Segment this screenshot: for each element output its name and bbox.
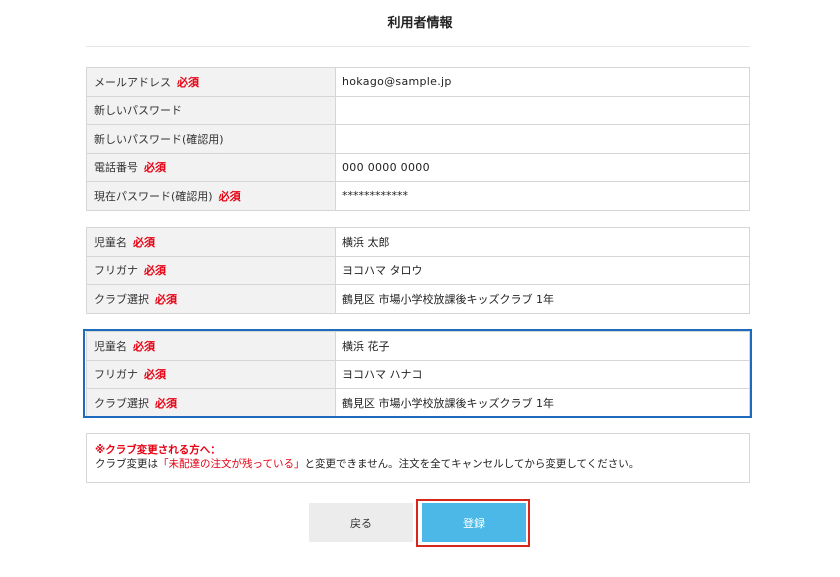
email-label-cell: メールアドレス 必須 [86, 67, 336, 97]
table-row: クラブ選択 必須 鶴見区 市場小学校放課後キッズクラブ 1年 [86, 388, 750, 418]
child-name-label: 児童名 [94, 339, 127, 353]
table-row: 児童名 必須 横浜 太郎 [86, 227, 750, 257]
notice-text: クラブ変更は [95, 458, 158, 470]
child-kana-label-cell: フリガナ 必須 [86, 359, 336, 389]
notice-text: と変更できません。注文を全てキャンセルしてから変更してください。 [304, 458, 640, 470]
table-row: 新しいパスワード [86, 95, 750, 125]
child-name-label-cell: 児童名 必須 [86, 227, 336, 257]
table-row: 新しいパスワード(確認用) [86, 124, 750, 154]
club-change-notice: ※クラブ変更される方へ： クラブ変更は「未配達の注文が残っている」と変更できませ… [86, 433, 750, 483]
required-badge: 必須 [177, 75, 199, 89]
child-name-label-cell: 児童名 必須 [86, 331, 336, 361]
child-name-field[interactable]: 横浜 花子 [335, 331, 750, 361]
required-badge: 必須 [144, 264, 166, 278]
new-password-label-cell: 新しいパスワード [86, 95, 336, 125]
table-row: 児童名 必須 横浜 花子 [86, 331, 750, 361]
email-label: メールアドレス [94, 75, 171, 89]
required-badge: 必須 [155, 396, 177, 410]
title-divider [86, 46, 750, 47]
table-row: 電話番号 必須 000 0000 0000 [86, 152, 750, 182]
phone-label-cell: 電話番号 必須 [86, 152, 336, 182]
notice-body: クラブ変更は「未配達の注文が残っている」と変更できません。注文を全てキャンセルし… [95, 457, 741, 471]
phone-label: 電話番号 [94, 161, 138, 175]
phone-field[interactable]: 000 0000 0000 [335, 152, 750, 182]
club-select[interactable]: 鶴見区 市場小学校放課後キッズクラブ 1年 [335, 388, 750, 418]
club-label-cell: クラブ選択 必須 [86, 388, 336, 418]
child-kana-field[interactable]: ヨコハマ タロウ [335, 255, 750, 285]
register-button[interactable]: 登録 [422, 503, 526, 542]
back-button[interactable]: 戻る [309, 503, 413, 542]
required-badge: 必須 [144, 161, 166, 175]
club-label: クラブ選択 [94, 292, 149, 306]
notice-title: ※クラブ変更される方へ： [95, 444, 221, 456]
table-row: メールアドレス 必須 hokago@sample.jp [86, 67, 750, 97]
child-name-label: 児童名 [94, 235, 127, 249]
new-password-label: 新しいパスワード [94, 104, 182, 118]
current-password-field[interactable]: ************ [335, 181, 750, 211]
table-row: クラブ選択 必須 鶴見区 市場小学校放課後キッズクラブ 1年 [86, 284, 750, 314]
current-password-label: 現在パスワード(確認用) [94, 189, 213, 203]
table-row: フリガナ 必須 ヨコハマ ハナコ [86, 359, 750, 389]
page-title: 利用者情報 [387, 16, 453, 31]
new-password-field[interactable] [335, 95, 750, 125]
account-info-table: メールアドレス 必須 hokago@sample.jp 新しいパスワード 新しいパ… [86, 67, 750, 211]
notice-highlight: 「未配達の注文が残っている」 [158, 458, 305, 470]
new-password-confirm-label: 新しいパスワード(確認用) [94, 132, 224, 146]
required-badge: 必須 [144, 368, 166, 382]
required-badge: 必須 [155, 292, 177, 306]
child-name-field[interactable]: 横浜 太郎 [335, 227, 750, 257]
required-badge: 必須 [133, 339, 155, 353]
club-label-cell: クラブ選択 必須 [86, 284, 336, 314]
table-row: フリガナ 必須 ヨコハマ タロウ [86, 255, 750, 285]
child-kana-label: フリガナ [94, 368, 138, 382]
new-password-confirm-field[interactable] [335, 124, 750, 154]
required-badge: 必須 [133, 235, 155, 249]
email-field[interactable]: hokago@sample.jp [335, 67, 750, 97]
club-select[interactable]: 鶴見区 市場小学校放課後キッズクラブ 1年 [335, 284, 750, 314]
new-password-confirm-label-cell: 新しいパスワード(確認用) [86, 124, 336, 154]
child-1-table: 児童名 必須 横浜 太郎 フリガナ 必須 ヨコハマ タロウ クラブ選択 必須 鶴見区 … [86, 227, 750, 314]
child-kana-label-cell: フリガナ 必須 [86, 255, 336, 285]
table-row: 現在パスワード(確認用) 必須 ************ [86, 181, 750, 211]
child-kana-label: フリガナ [94, 264, 138, 278]
club-label: クラブ選択 [94, 396, 149, 410]
required-badge: 必須 [218, 189, 241, 203]
child-2-table: 児童名 必須 横浜 花子 フリガナ 必須 ヨコハマ ハナコ クラブ選択 必須 鶴見区 … [86, 331, 750, 418]
current-password-label-cell: 現在パスワード(確認用) 必須 [86, 181, 336, 211]
child-kana-field[interactable]: ヨコハマ ハナコ [335, 359, 750, 389]
